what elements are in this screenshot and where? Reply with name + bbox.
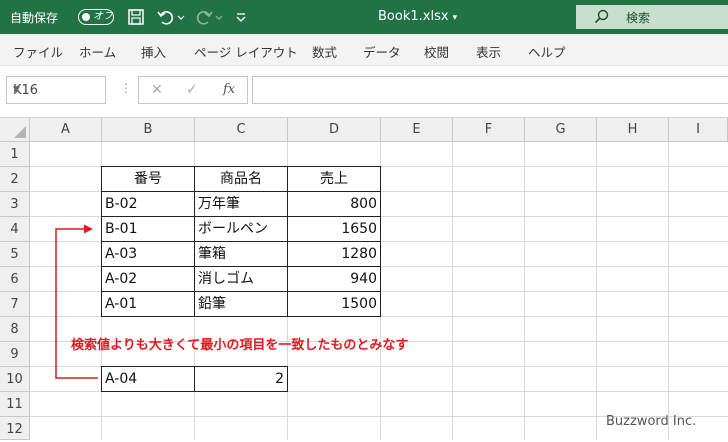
watermark: Buzzword Inc. bbox=[606, 414, 697, 429]
annotation-arrow bbox=[55, 224, 98, 379]
annotation-text: 検索値よりも大きくて最小の項目を一致したものとみなす bbox=[71, 338, 409, 353]
